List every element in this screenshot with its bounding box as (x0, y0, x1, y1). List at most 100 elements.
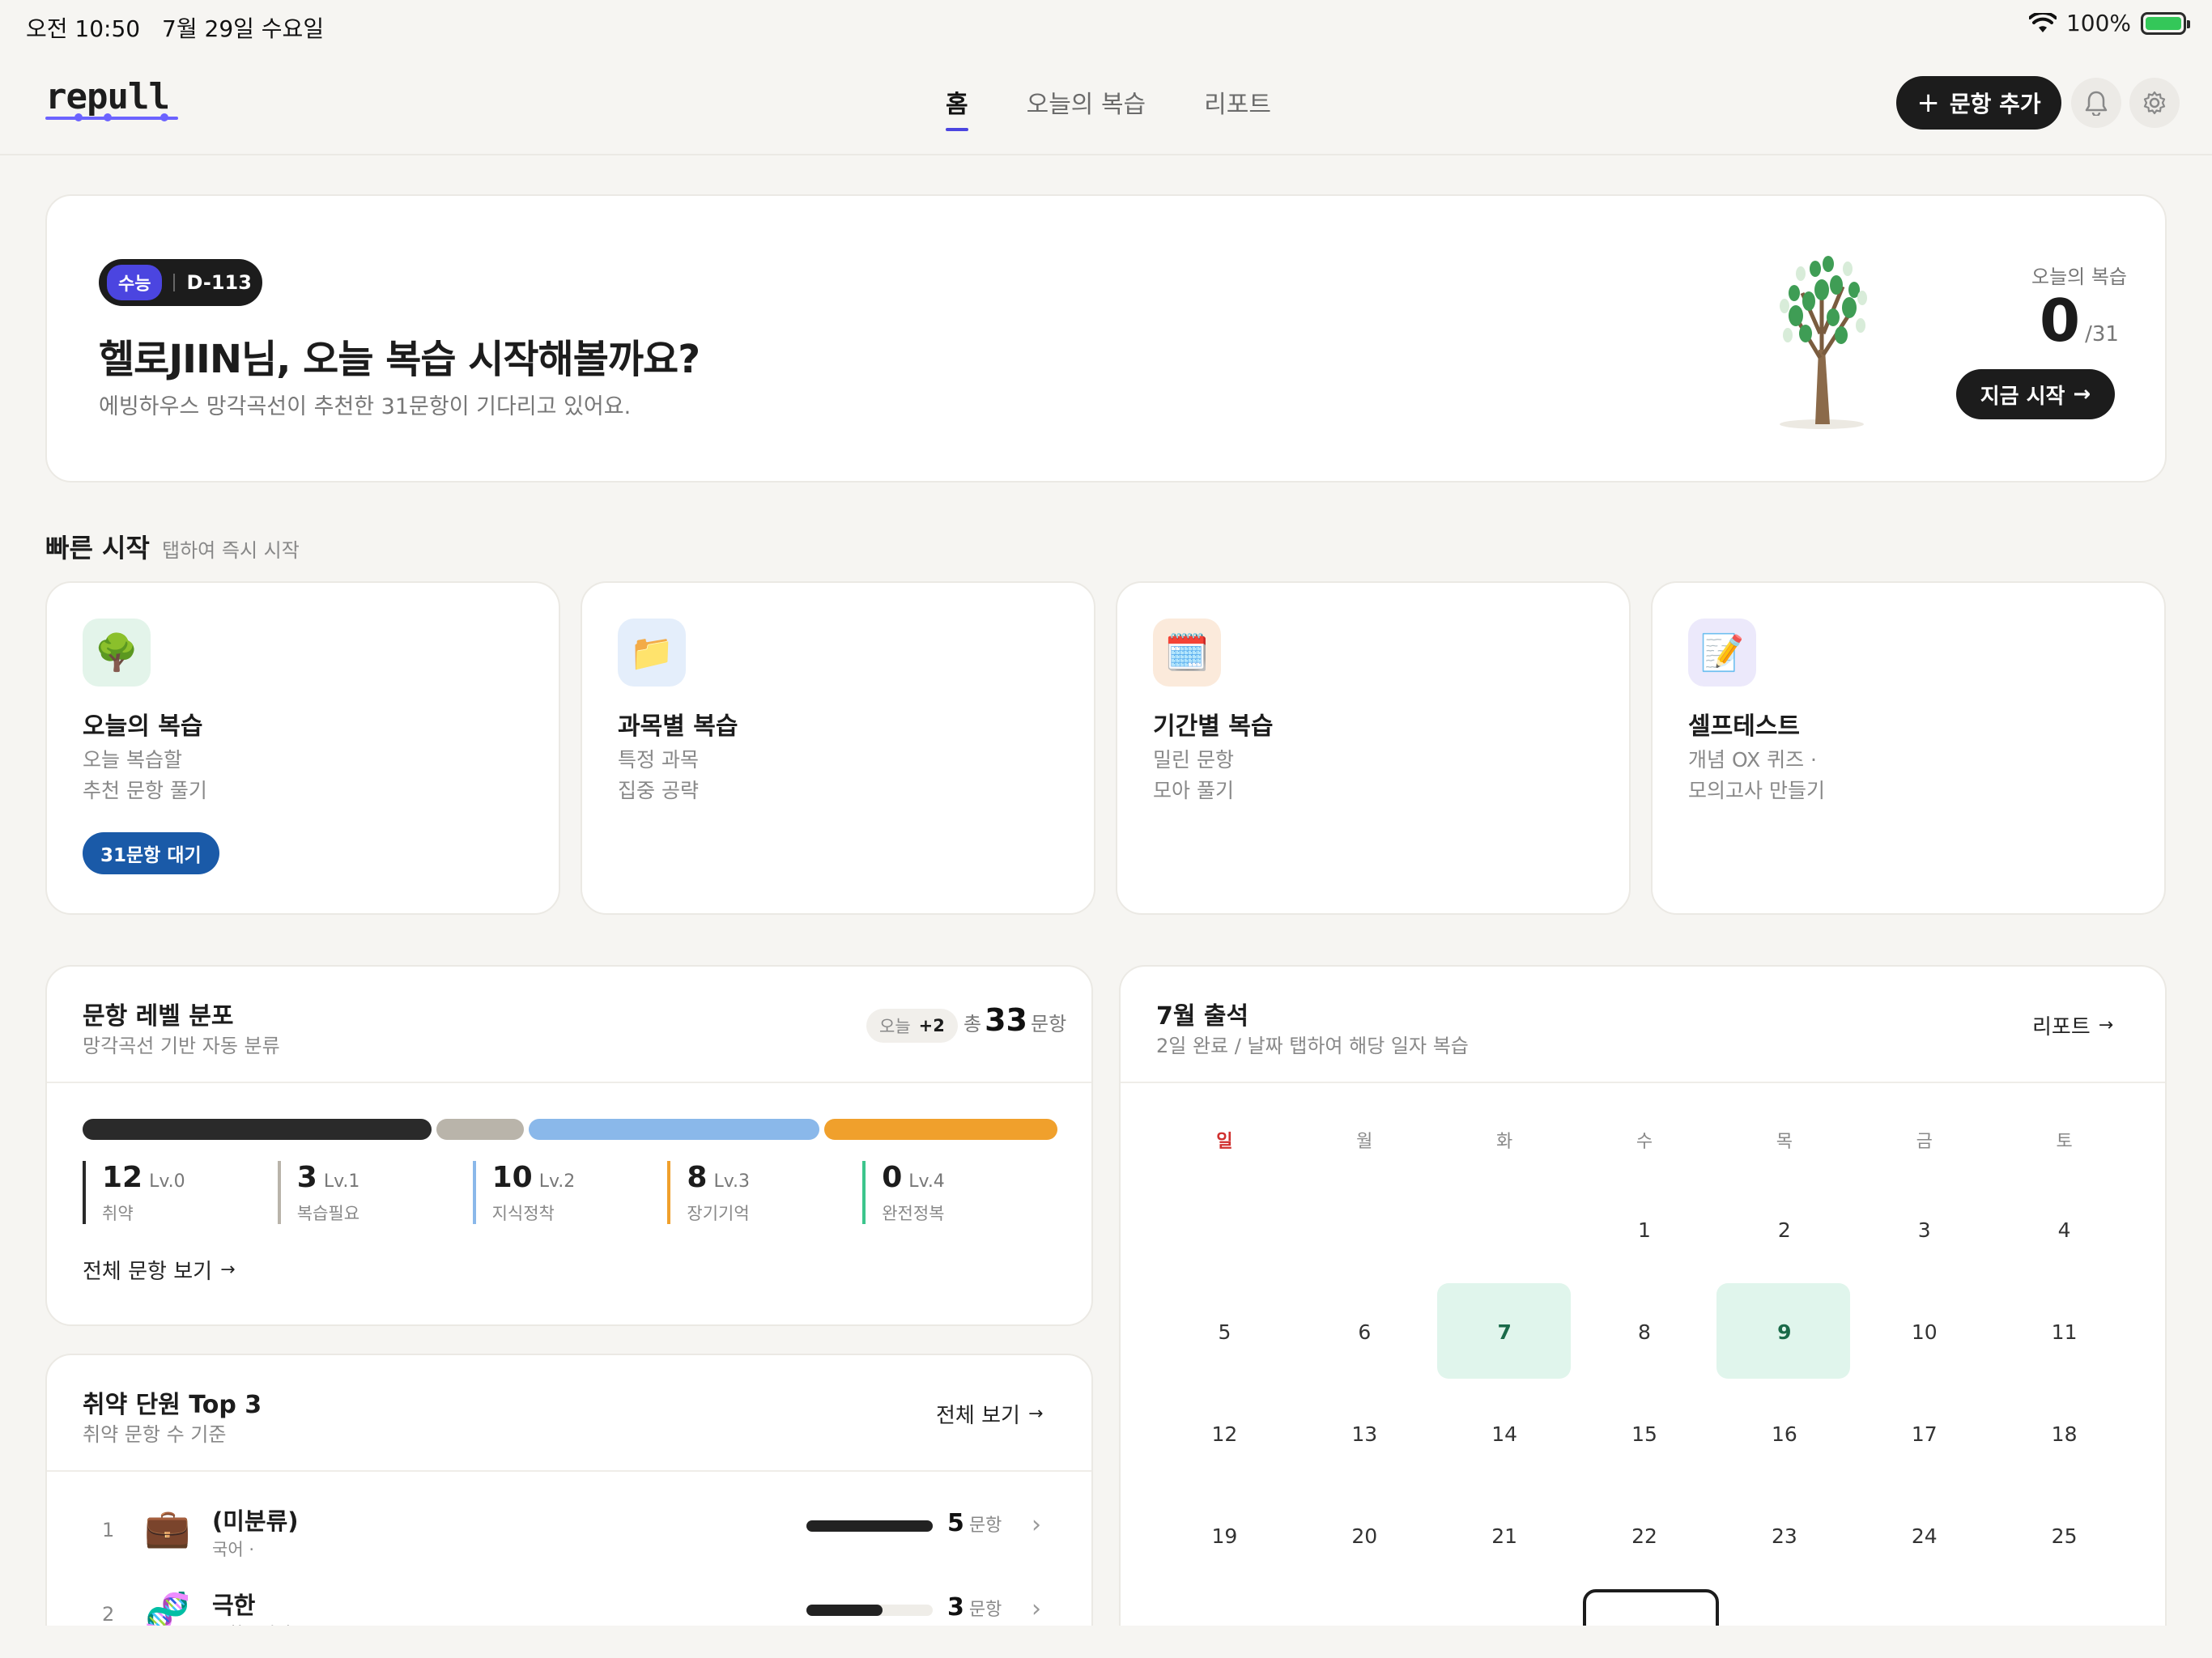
calendar-day[interactable]: 2 (1714, 1179, 1854, 1281)
weekday-label: 수 (1636, 1132, 1653, 1152)
calendar-day[interactable]: 22 (1575, 1485, 1715, 1587)
logo-dot (104, 113, 112, 121)
tab-home[interactable]: 홈 (946, 84, 968, 131)
calendar-day-number: 10 (1911, 1320, 1938, 1344)
calendar-day[interactable]: 11 (1994, 1281, 2134, 1383)
status-bar-left: 오전 10:50 7월 29일 수요일 (26, 11, 338, 44)
calendar-day[interactable]: 15 (1575, 1383, 1715, 1485)
plus-icon: + (1916, 87, 1940, 119)
status-date: 7월 29일 수요일 (162, 15, 325, 42)
weak-unit-name: (미분류) (212, 1507, 299, 1535)
calendar-day[interactable]: 6 (1295, 1281, 1435, 1383)
calendar-day[interactable]: 7 (1435, 1281, 1575, 1383)
calendar-day[interactable]: 9 (1714, 1281, 1854, 1383)
logo-dot (74, 113, 83, 121)
calendar-day-number: 9 (1777, 1320, 1792, 1344)
level-card-subtitle: 망각곡선 기반 자동 분류 (83, 1035, 280, 1057)
calendar-day[interactable]: 5 (1155, 1281, 1295, 1383)
level-bar-segment (824, 1119, 1057, 1140)
weak-unit-name: 극한 (212, 1592, 256, 1619)
calendar-day-number: 1 (1638, 1218, 1651, 1242)
quick-card-desc: 오늘 복습할 추천 문항 풀기 (83, 748, 207, 802)
calendar-day[interactable]: 14 (1435, 1383, 1575, 1485)
add-question-label: 문항 추가 (1949, 91, 2041, 117)
weak-unit-row[interactable]: 1 💼 (미분류) 국어 · 5 문항 › (47, 1491, 1095, 1572)
calendar-day-number: 12 (1211, 1422, 1238, 1446)
weekday-label: 화 (1496, 1132, 1513, 1152)
calendar-day[interactable]: 20 (1295, 1485, 1435, 1587)
level-stat-lv2[interactable]: 10 Lv.2 지식정착 (472, 1161, 668, 1224)
total-prefix: 총 (963, 1013, 982, 1035)
weak-progress-track (806, 1520, 933, 1532)
dday-label: D-113 (186, 271, 252, 294)
quick-card-subject-review[interactable]: 📁 과목별 복습 특정 과목 집중 공략 (581, 581, 1095, 915)
calendar-day-number: 7 (1497, 1320, 1512, 1344)
calendar-day[interactable]: 18 (1994, 1383, 2134, 1485)
calendar-day-number: 20 (1351, 1524, 1378, 1548)
top-navigation: repull 홈 오늘의 복습 리포트 + 문항 추가 (0, 52, 2212, 155)
quick-card-self-test[interactable]: 📝 셀프테스트 개념 OX 퀴즈 · 모의고사 만들기 (1651, 581, 2166, 915)
calendar-day[interactable]: 8 (1575, 1281, 1715, 1383)
calendar-day-number: 5 (1218, 1320, 1231, 1344)
level-name: Lv.1 (323, 1171, 360, 1192)
calendar-day[interactable]: 24 (1854, 1485, 1994, 1587)
level-count: 3 (296, 1161, 317, 1194)
weak-card-title: 취약 단원 Top 3 (83, 1391, 262, 1419)
calendar-day[interactable]: 1 (1575, 1179, 1715, 1281)
bell-icon (2085, 91, 2108, 116)
weekday-label: 토 (2056, 1132, 2073, 1152)
weak-count-unit: 문항 (968, 1600, 1002, 1620)
attendance-subtitle: 2일 완료 / 날짜 탭하여 해당 일자 복습 (1156, 1035, 1469, 1057)
calendar-day[interactable]: 13 (1295, 1383, 1435, 1485)
calendar-day-number: 8 (1638, 1320, 1651, 1344)
start-now-button[interactable]: 지금 시작 → (1956, 369, 2115, 419)
calendar-day-number: 16 (1771, 1422, 1797, 1446)
calendar-day[interactable]: 19 (1155, 1485, 1295, 1587)
gear-icon (2143, 91, 2166, 115)
view-all-questions-link[interactable]: 전체 문항 보기 → (83, 1255, 236, 1285)
level-stats: 12 Lv.0 취약 3 Lv.1 복습필요 10 Lv.2 지식정착 8 Lv.3 장… (83, 1161, 1057, 1224)
calendar-day-number: 14 (1491, 1422, 1518, 1446)
calendar-grid: 1 2 3 4 5 6 7 8 9 10 11 12 13 14 15 16 17 18 19 20 21 22 23 24 2… (1155, 1179, 2134, 1658)
quick-card-period-review[interactable]: 🗓️ 기간별 복습 밀린 문항 모아 풀기 (1116, 581, 1631, 915)
battery-icon (2141, 11, 2190, 35)
level-stat-lv1[interactable]: 3 Lv.1 복습필요 (277, 1161, 473, 1224)
calendar-day[interactable]: 10 (1854, 1281, 1994, 1383)
calendar-day[interactable]: 23 (1714, 1485, 1854, 1587)
calendar-day[interactable]: 3 (1854, 1179, 1994, 1281)
tab-today-review[interactable]: 오늘의 복습 (1027, 84, 1146, 120)
app-logo[interactable]: repull (45, 76, 170, 117)
tree-illustration (1780, 256, 1867, 429)
chevron-right-icon: › (1032, 1595, 1041, 1623)
level-stat-lv3[interactable]: 8 Lv.3 장기기억 (667, 1161, 862, 1224)
calendar-empty (1155, 1179, 1295, 1281)
calendar-day[interactable]: 21 (1435, 1485, 1575, 1587)
weak-view-all-link[interactable]: 전체 보기 → (936, 1399, 1043, 1429)
weekday-label: 목 (1776, 1132, 1793, 1152)
calendar-day[interactable]: 4 (1994, 1179, 2134, 1281)
calendar-day[interactable]: 25 (1994, 1485, 2134, 1587)
level-name: Lv.4 (908, 1171, 945, 1192)
quick-card-today-review[interactable]: 🌳 오늘의 복습 오늘 복습할 추천 문항 풀기 31문항 대기 (45, 581, 560, 915)
tab-report[interactable]: 리포트 (1204, 84, 1271, 120)
level-stat-lv0[interactable]: 12 Lv.0 취약 (83, 1161, 278, 1224)
attendance-card: 7월 출석 2일 완료 / 날짜 탭하여 해당 일자 복습 리포트 → 일 월 화 수… (1119, 965, 2167, 1658)
quick-start-subtitle: 탭하여 즉시 시작 (162, 539, 300, 562)
calendar-day[interactable]: 12 (1155, 1383, 1295, 1485)
calendar-empty (1295, 1179, 1435, 1281)
notification-button[interactable] (2071, 78, 2121, 128)
calendar-day-number: 2 (1777, 1218, 1791, 1242)
calendar-day-number: 25 (2051, 1524, 2078, 1548)
pending-count-badge: 31문항 대기 (83, 832, 219, 874)
today-delta-value: +2 (918, 1016, 945, 1035)
greeting-card: 수능 D-113 헬로JIIN님, 오늘 복습 시작해볼까요? 에빙하우스 망각… (45, 194, 2167, 483)
weak-unit-subject: 국어 · (212, 1540, 254, 1559)
calendar-day[interactable]: 16 (1714, 1383, 1854, 1485)
settings-button[interactable] (2129, 78, 2180, 128)
weak-progress-fill (806, 1605, 883, 1616)
report-link[interactable]: 리포트 → (2032, 1010, 2113, 1040)
level-stat-lv4[interactable]: 0 Lv.4 완전정복 (862, 1161, 1057, 1224)
add-question-button[interactable]: + 문항 추가 (1896, 76, 2061, 130)
calendar-day[interactable]: 17 (1854, 1383, 1994, 1485)
status-time: 오전 10:50 (26, 15, 141, 42)
